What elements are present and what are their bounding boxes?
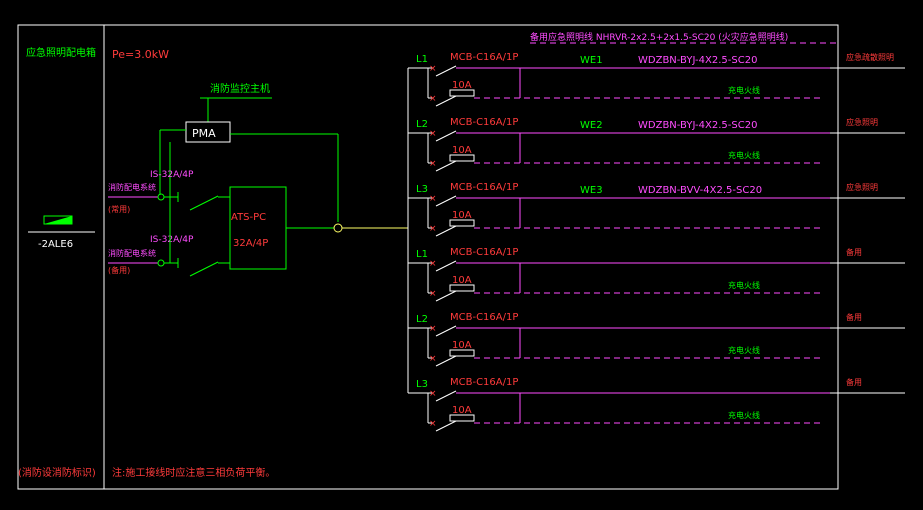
pma-label: PMA xyxy=(192,127,216,140)
circuit-fuse: 10A xyxy=(452,275,472,286)
circuit-phase: L3 xyxy=(416,184,428,195)
circuit-breaker: MCB-C16A/1P xyxy=(450,377,518,388)
fuse-x-icon: × xyxy=(429,419,437,429)
breaker-x-icon: × xyxy=(429,324,437,334)
circuit-load: 应急疏散照明 xyxy=(846,52,894,62)
breaker-switch xyxy=(435,195,457,207)
input1-label: 消防配电系统 xyxy=(108,182,156,192)
input2-switch xyxy=(189,261,219,277)
fuse-switch xyxy=(435,160,457,172)
circuit-id: WE3 xyxy=(580,185,603,196)
breaker-switch xyxy=(435,260,457,272)
circuit-breaker: MCB-C16A/1P xyxy=(450,117,518,128)
circuit-load: 应急照明 xyxy=(846,182,878,192)
fuse-switch xyxy=(435,355,457,367)
panel-power: Pe=3.0kW xyxy=(112,48,169,61)
circuit-load: 应急照明 xyxy=(846,117,878,127)
breaker-x-icon: × xyxy=(429,389,437,399)
circuit-charge: 充电火线 xyxy=(728,280,760,290)
circuit-charge: 充电火线 xyxy=(728,345,760,355)
schematic: 应急照明配电箱 Pe=3.0kW -2ALE6 (消防设消防标识) 注:施工接线… xyxy=(17,24,905,490)
circuit-fuse: 10A xyxy=(452,145,472,156)
fuse-switch xyxy=(435,290,457,302)
ats-rating: 32A/4P xyxy=(233,238,268,249)
circuit-charge: 充电火线 xyxy=(728,85,760,95)
circuit-fuse: 10A xyxy=(452,80,472,91)
monitor-title: 消防监控主机 xyxy=(210,82,270,95)
circuit-breaker: MCB-C16A/1P xyxy=(450,52,518,63)
input1-terminal xyxy=(157,193,165,201)
circuit-breaker: MCB-C16A/1P xyxy=(450,247,518,258)
breaker-x-icon: × xyxy=(429,64,437,74)
circuit-phase: L1 xyxy=(416,249,428,260)
circuit-fuse: 10A xyxy=(452,405,472,416)
circuit-charge: 充电火线 xyxy=(728,410,760,420)
circuit-cable: WDZBN-BVV-4X2.5-SC20 xyxy=(638,185,762,196)
circuit-breaker: MCB-C16A/1P xyxy=(450,182,518,193)
circuit-load: 备用 xyxy=(846,377,862,387)
panel-title: 应急照明配电箱 xyxy=(26,46,96,59)
circuit-breaker: MCB-C16A/1P xyxy=(450,312,518,323)
circuit-id: WE2 xyxy=(580,120,603,131)
input2-breaker: IS-32A/4P xyxy=(150,235,194,245)
input1-sub: (常用) xyxy=(108,205,130,214)
fuse-x-icon: × xyxy=(429,224,437,234)
input1-breaker: IS-32A/4P xyxy=(150,170,194,180)
circuit-id: WE1 xyxy=(580,55,603,66)
circuit-load: 备用 xyxy=(846,247,862,257)
breaker-switch xyxy=(435,130,457,142)
input2-terminal xyxy=(157,259,165,267)
circuit-cable: WDZBN-BYJ-4X2.5-SC20 xyxy=(638,55,757,66)
circuit-fuse: 10A xyxy=(452,210,472,221)
circuit-charge: 充电火线 xyxy=(728,150,760,160)
distribution-box-fill xyxy=(44,216,72,224)
fuse-switch xyxy=(435,225,457,237)
fuse-switch xyxy=(435,95,457,107)
ats-out-terminal xyxy=(333,223,343,233)
breaker-switch xyxy=(435,390,457,402)
breaker-x-icon: × xyxy=(429,194,437,204)
breaker-x-icon: × xyxy=(429,129,437,139)
circuit-phase: L2 xyxy=(416,119,428,130)
circuit-phase: L2 xyxy=(416,314,428,325)
ats-label: ATS-PC xyxy=(231,212,266,223)
circuit-cable: WDZBN-BYJ-4X2.5-SC20 xyxy=(638,120,757,131)
input2-label: 消防配电系统 xyxy=(108,248,156,258)
input1-switch xyxy=(189,195,219,211)
fuse-x-icon: × xyxy=(429,354,437,364)
circuit-fuse: 10A xyxy=(452,340,472,351)
header-cable: 备用应急照明线 NHRVR-2x2.5+2x1.5-SC20 (火灾应急照明线) xyxy=(530,31,788,43)
ats-box xyxy=(229,186,287,270)
circuit-group: L1×MCB-C16A/1P×10AWE1 WDZBN-BYJ-4X2.5-SC2… xyxy=(408,52,905,432)
input2-sub: (备用) xyxy=(108,265,130,275)
fuse-x-icon: × xyxy=(429,94,437,104)
fuse-x-icon: × xyxy=(429,289,437,299)
fuse-x-icon: × xyxy=(429,159,437,169)
breaker-x-icon: × xyxy=(429,259,437,269)
panel-note-bottom: 注:施工接线时应注意三相负荷平衡。 xyxy=(112,466,275,479)
panel-note-left: (消防设消防标识) xyxy=(18,466,96,479)
breaker-switch xyxy=(435,65,457,77)
breaker-switch xyxy=(435,325,457,337)
circuit-load: 备用 xyxy=(846,312,862,322)
panel-code: -2ALE6 xyxy=(38,239,73,250)
fuse-switch xyxy=(435,420,457,432)
circuit-phase: L3 xyxy=(416,379,428,390)
circuit-phase: L1 xyxy=(416,54,428,65)
